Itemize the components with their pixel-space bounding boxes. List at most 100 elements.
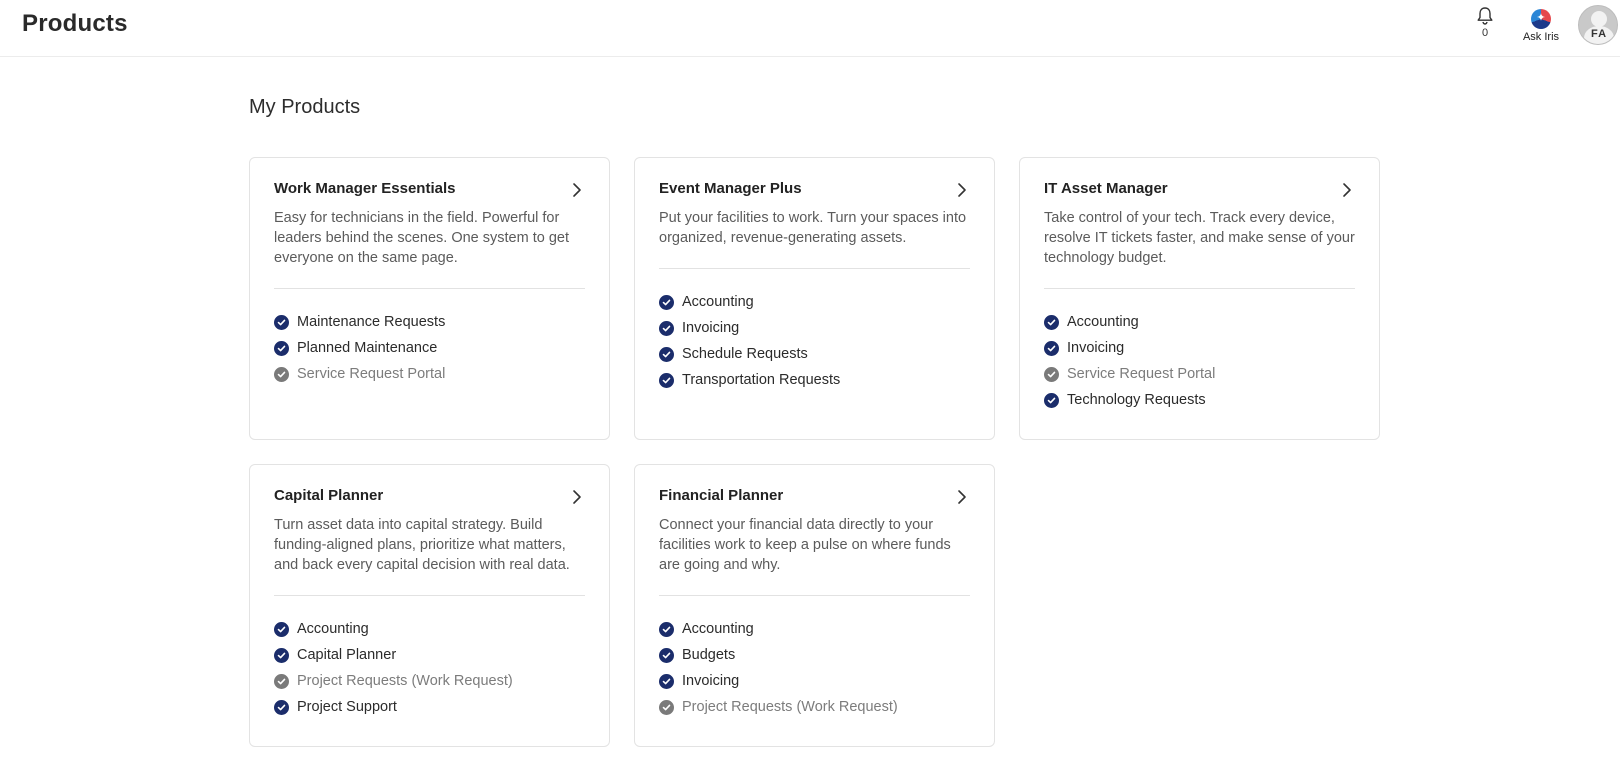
feature-item: Project Requests (Work Request) [274, 668, 585, 694]
section-title: My Products [249, 96, 361, 118]
feature-item: Project Support [274, 694, 585, 720]
chevron-right-icon[interactable] [571, 182, 583, 198]
card-header: IT Asset Manager [1044, 158, 1355, 198]
feature-list: Accounting Budgets Invoicing Project Reques… [659, 616, 970, 720]
card-divider [1044, 288, 1355, 289]
chevron-right-icon[interactable] [1341, 182, 1353, 198]
feature-item: Schedule Requests [659, 341, 970, 367]
feature-item: Capital Planner [274, 642, 585, 668]
feature-label: Technology Requests [1067, 392, 1206, 408]
product-description: Put your facilities to work. Turn your s… [659, 210, 967, 246]
check-circle-icon [659, 346, 674, 362]
feature-item: Planned Maintenance [274, 335, 585, 361]
feature-label: Transportation Requests [682, 372, 841, 388]
product-card-work-manager-essentials[interactable]: Work Manager Essentials Easy for technici… [249, 157, 610, 440]
product-title: IT Asset Manager [1044, 180, 1168, 197]
product-description: Easy for technicians in the field. Power… [274, 210, 570, 266]
feature-label: Service Request Portal [1067, 366, 1216, 382]
feature-label: Accounting [1067, 314, 1139, 330]
card-divider [659, 595, 970, 596]
ask-iris-button[interactable]: Ask Iris [1516, 9, 1566, 43]
ask-iris-label: Ask Iris [1522, 31, 1560, 43]
card-header: Capital Planner [274, 465, 585, 505]
product-description: Connect your financial data directly to … [659, 517, 951, 573]
feature-item: Maintenance Requests [274, 309, 585, 335]
feature-list: Accounting Capital Planner Project Request… [274, 616, 585, 720]
card-header: Work Manager Essentials [274, 158, 585, 198]
chevron-right-icon[interactable] [956, 182, 968, 198]
feature-label: Schedule Requests [682, 346, 808, 362]
product-card-financial-planner[interactable]: Financial Planner Connect your financial … [634, 464, 995, 747]
avatar-initials: FA [1590, 28, 1608, 40]
user-avatar[interactable]: FA [1578, 5, 1618, 45]
bell-icon [1477, 7, 1493, 25]
feature-list: Accounting Invoicing Schedule Requests Tran… [659, 289, 970, 393]
feature-label: Project Requests (Work Request) [297, 673, 513, 689]
feature-item: Technology Requests [1044, 387, 1355, 413]
feature-label: Project Requests (Work Request) [682, 699, 898, 715]
feature-item: Service Request Portal [1044, 361, 1355, 387]
feature-label: Accounting [297, 621, 369, 637]
check-circle-disabled-icon [274, 366, 289, 382]
feature-item: Project Requests (Work Request) [659, 694, 970, 720]
top-bar: Products 0 Ask Iris FA [0, 0, 1620, 57]
card-header: Event Manager Plus [659, 158, 970, 198]
feature-item: Accounting [1044, 309, 1355, 335]
feature-label: Service Request Portal [297, 366, 446, 382]
check-circle-icon [274, 314, 289, 330]
product-title: Financial Planner [659, 487, 784, 504]
feature-item: Budgets [659, 642, 970, 668]
avatar-head [1591, 11, 1607, 27]
product-title: Event Manager Plus [659, 180, 802, 197]
check-circle-icon [274, 340, 289, 356]
feature-label: Maintenance Requests [297, 314, 446, 330]
check-circle-icon [659, 320, 674, 336]
check-circle-icon [659, 647, 674, 663]
product-description: Take control of your tech. Track every d… [1044, 210, 1355, 266]
feature-item: Invoicing [659, 668, 970, 694]
check-circle-icon [659, 372, 674, 388]
check-circle-icon [1044, 314, 1059, 330]
feature-item: Transportation Requests [659, 367, 970, 393]
check-circle-disabled-icon [274, 673, 289, 689]
feature-item: Invoicing [659, 315, 970, 341]
feature-list: Maintenance Requests Planned Maintenance S… [274, 309, 585, 387]
card-header: Financial Planner [659, 465, 970, 505]
chevron-right-icon[interactable] [571, 489, 583, 505]
feature-list: Accounting Invoicing Service Request Porta… [1044, 309, 1355, 413]
check-circle-icon [659, 294, 674, 310]
feature-label: Invoicing [1067, 340, 1125, 356]
feature-label: Project Support [297, 699, 397, 715]
feature-item: Accounting [274, 616, 585, 642]
card-divider [659, 268, 970, 269]
check-circle-icon [274, 621, 289, 637]
check-circle-disabled-icon [1044, 366, 1059, 382]
notification-count: 0 [1481, 27, 1489, 39]
check-circle-icon [659, 621, 674, 637]
check-circle-icon [274, 699, 289, 715]
feature-label: Planned Maintenance [297, 340, 438, 356]
check-circle-icon [1044, 392, 1059, 408]
chevron-right-icon[interactable] [956, 489, 968, 505]
feature-label: Accounting [682, 621, 754, 637]
iris-icon [1531, 9, 1551, 29]
feature-label: Invoicing [682, 673, 740, 689]
product-card-capital-planner[interactable]: Capital Planner Turn asset data into capi… [249, 464, 610, 747]
product-card-event-manager-plus[interactable]: Event Manager Plus Put your facilities to… [634, 157, 995, 440]
check-circle-icon [659, 673, 674, 689]
feature-item: Service Request Portal [274, 361, 585, 387]
product-title: Capital Planner [274, 487, 384, 504]
card-divider [274, 288, 585, 289]
feature-label: Budgets [682, 647, 736, 663]
notifications-button[interactable]: 0 [1471, 6, 1499, 44]
card-divider [274, 595, 585, 596]
feature-item: Accounting [659, 616, 970, 642]
feature-label: Capital Planner [297, 647, 397, 663]
feature-item: Accounting [659, 289, 970, 315]
product-description: Turn asset data into capital strategy. B… [274, 517, 570, 573]
page-title: Products [22, 10, 128, 37]
check-circle-icon [274, 647, 289, 663]
product-card-it-asset-manager[interactable]: IT Asset Manager Take control of your tec… [1019, 157, 1380, 440]
feature-label: Accounting [682, 294, 754, 310]
feature-label: Invoicing [682, 320, 740, 336]
